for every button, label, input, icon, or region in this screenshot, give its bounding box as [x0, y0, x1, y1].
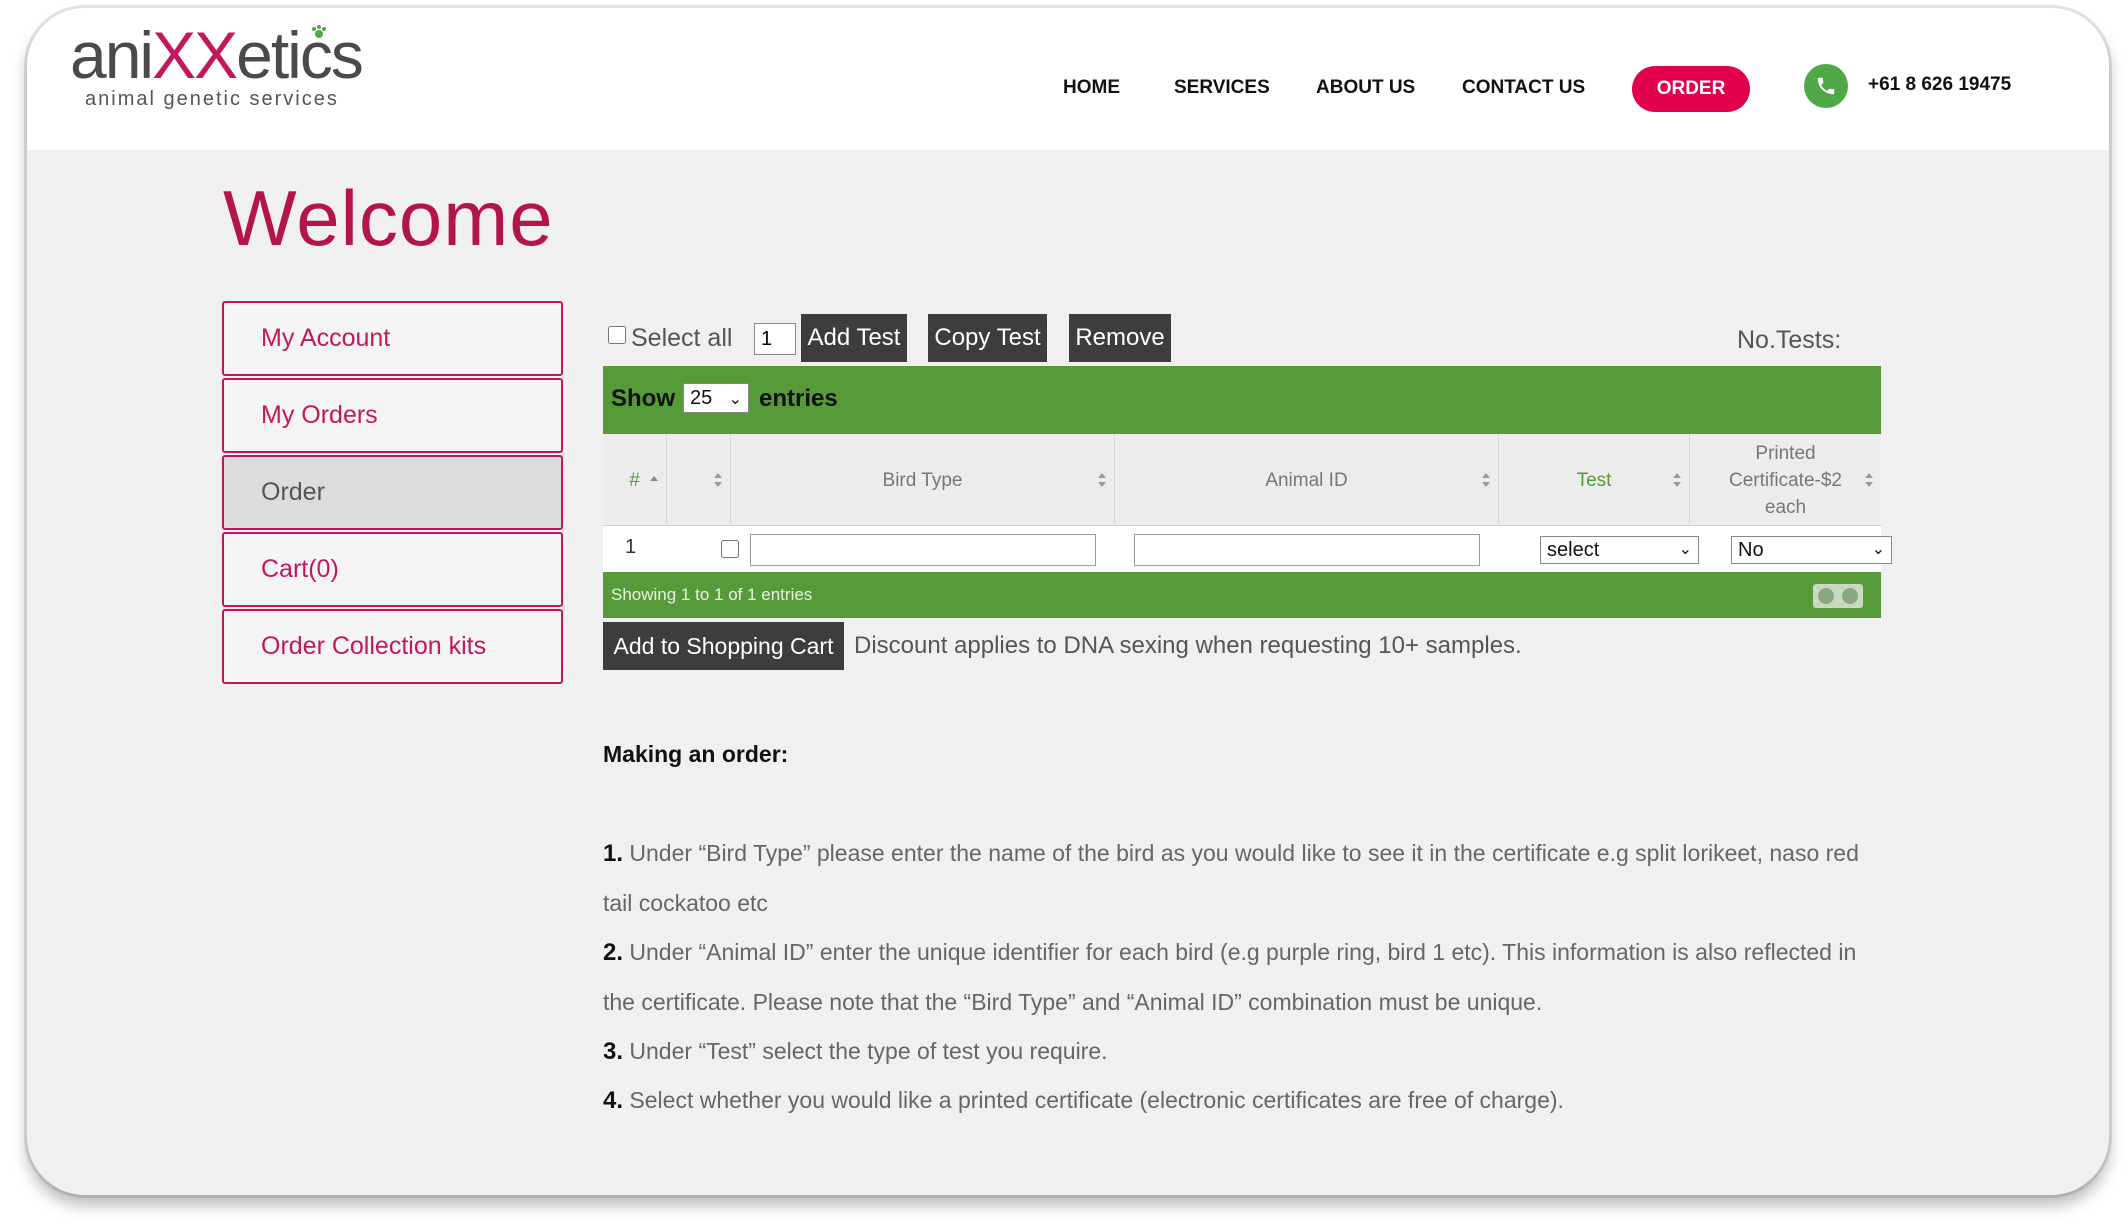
- column-header-test[interactable]: Test: [1499, 434, 1690, 526]
- column-header-label: Bird Type: [882, 469, 963, 491]
- next-page-icon[interactable]: [1842, 588, 1858, 604]
- chevron-down-icon: ⌄: [728, 391, 742, 408]
- phone-number[interactable]: +61 8 626 19475: [1868, 74, 2011, 96]
- step-text: Under “Animal ID” enter the unique ident…: [603, 939, 1857, 1015]
- discount-note: Discount applies to DNA sexing when requ…: [854, 632, 1522, 659]
- show-label: Show: [611, 385, 675, 412]
- nav-contact-us[interactable]: CONTACT US: [1462, 68, 1585, 108]
- column-header-bird-type[interactable]: Bird Type: [731, 434, 1115, 526]
- column-header-label: Printed Certificate-$2 each: [1729, 442, 1842, 518]
- logo-suffix: etics: [236, 18, 364, 92]
- column-header-label: #: [629, 469, 640, 491]
- logo-tagline: animal genetic services: [85, 88, 339, 110]
- instruction-step: 4. Select whether you would like a print…: [603, 1076, 1893, 1126]
- column-header-label: Test: [1576, 469, 1612, 491]
- select-all-label: Select all: [631, 324, 733, 352]
- pagination-control[interactable]: [1813, 584, 1863, 608]
- previous-page-icon[interactable]: [1818, 588, 1834, 604]
- step-text: Select whether you would like a printed …: [629, 1087, 1564, 1113]
- sort-icon: [1098, 473, 1106, 487]
- table-footer-bar: Showing 1 to 1 of 1 entries: [603, 572, 1881, 618]
- page-title: Welcome: [223, 174, 554, 262]
- test-select[interactable]: select ⌄: [1540, 536, 1699, 564]
- sort-icon: [1482, 473, 1490, 487]
- copy-test-button[interactable]: Copy Test: [928, 314, 1047, 362]
- logo-prefix: ani: [70, 18, 154, 92]
- row-checkbox[interactable]: [721, 540, 739, 558]
- sort-icon: [1865, 473, 1873, 487]
- sidebar-item-my-account[interactable]: My Account: [222, 301, 563, 376]
- nav-services[interactable]: SERVICES: [1174, 68, 1270, 108]
- no-tests-label: No.Tests:: [1737, 326, 1842, 354]
- instruction-step: 3. Under “Test” select the type of test …: [603, 1027, 1893, 1077]
- column-header-label: Animal ID: [1265, 469, 1348, 491]
- sidebar-item-order[interactable]: Order: [222, 455, 563, 530]
- column-header-select[interactable]: [667, 434, 731, 526]
- nav-about-us[interactable]: ABOUT US: [1316, 68, 1415, 108]
- order-button[interactable]: ORDER: [1632, 66, 1750, 112]
- instructions-heading: Making an order:: [603, 741, 789, 767]
- printed-select-value: No: [1738, 539, 1764, 561]
- paw-icon: [312, 25, 326, 38]
- animal-id-input[interactable]: [1134, 534, 1480, 566]
- test-select-value: select: [1547, 539, 1600, 561]
- sidebar-item-my-orders[interactable]: My Orders: [222, 378, 563, 453]
- table-header: # Bird Type Animal ID Test Printed Certi…: [603, 434, 1881, 526]
- sort-icon: [714, 473, 722, 487]
- site-logo[interactable]: aniXXetics animal genetic services: [70, 18, 364, 118]
- sidebar-item-order-collection-kits[interactable]: Order Collection kits: [222, 609, 563, 684]
- sidebar-item-cart[interactable]: Cart(0): [222, 532, 563, 607]
- page-size-value: 25: [690, 387, 713, 409]
- step-number: 2.: [603, 939, 624, 966]
- column-header-number[interactable]: #: [603, 434, 667, 526]
- printed-certificate-select[interactable]: No ⌄: [1731, 536, 1892, 564]
- column-header-animal-id[interactable]: Animal ID: [1115, 434, 1499, 526]
- table-row: 1 select ⌄ No ⌄: [603, 526, 1892, 572]
- sort-asc-icon: [650, 476, 658, 481]
- add-test-button[interactable]: Add Test: [801, 314, 907, 362]
- bird-type-input[interactable]: [750, 534, 1096, 566]
- instruction-step: 2. Under “Animal ID” enter the unique id…: [603, 928, 1893, 1027]
- test-quantity-input[interactable]: [754, 323, 796, 355]
- step-number: 3.: [603, 1038, 624, 1065]
- step-number: 1.: [603, 840, 624, 867]
- step-text: Under “Test” select the type of test you…: [629, 1038, 1108, 1064]
- browser-frame: aniXXetics animal genetic services HOME …: [27, 8, 2109, 1195]
- entries-label: entries: [759, 385, 838, 412]
- page-size-select[interactable]: 25 ⌄: [683, 383, 749, 413]
- remove-button[interactable]: Remove: [1069, 314, 1171, 362]
- table-info: Showing 1 to 1 of 1 entries: [611, 585, 813, 604]
- row-number: 1: [625, 536, 637, 558]
- instruction-step: 1. Under “Bird Type” please enter the na…: [603, 829, 1893, 928]
- step-text: Under “Bird Type” please enter the name …: [603, 840, 1859, 916]
- chevron-down-icon: ⌄: [1871, 541, 1885, 558]
- logo-dna-mark: XX: [152, 18, 238, 92]
- column-header-printed-certificate[interactable]: Printed Certificate-$2 each: [1690, 434, 1881, 526]
- add-to-shopping-cart-button[interactable]: Add to Shopping Cart: [603, 622, 844, 670]
- nav-home[interactable]: HOME: [1063, 68, 1120, 108]
- phone-icon[interactable]: [1804, 64, 1848, 108]
- select-all-checkbox[interactable]: [608, 326, 626, 344]
- chevron-down-icon: ⌄: [1678, 541, 1692, 558]
- site-header: aniXXetics animal genetic services HOME …: [27, 8, 2109, 150]
- step-number: 4.: [603, 1087, 624, 1114]
- sort-icon: [1673, 473, 1681, 487]
